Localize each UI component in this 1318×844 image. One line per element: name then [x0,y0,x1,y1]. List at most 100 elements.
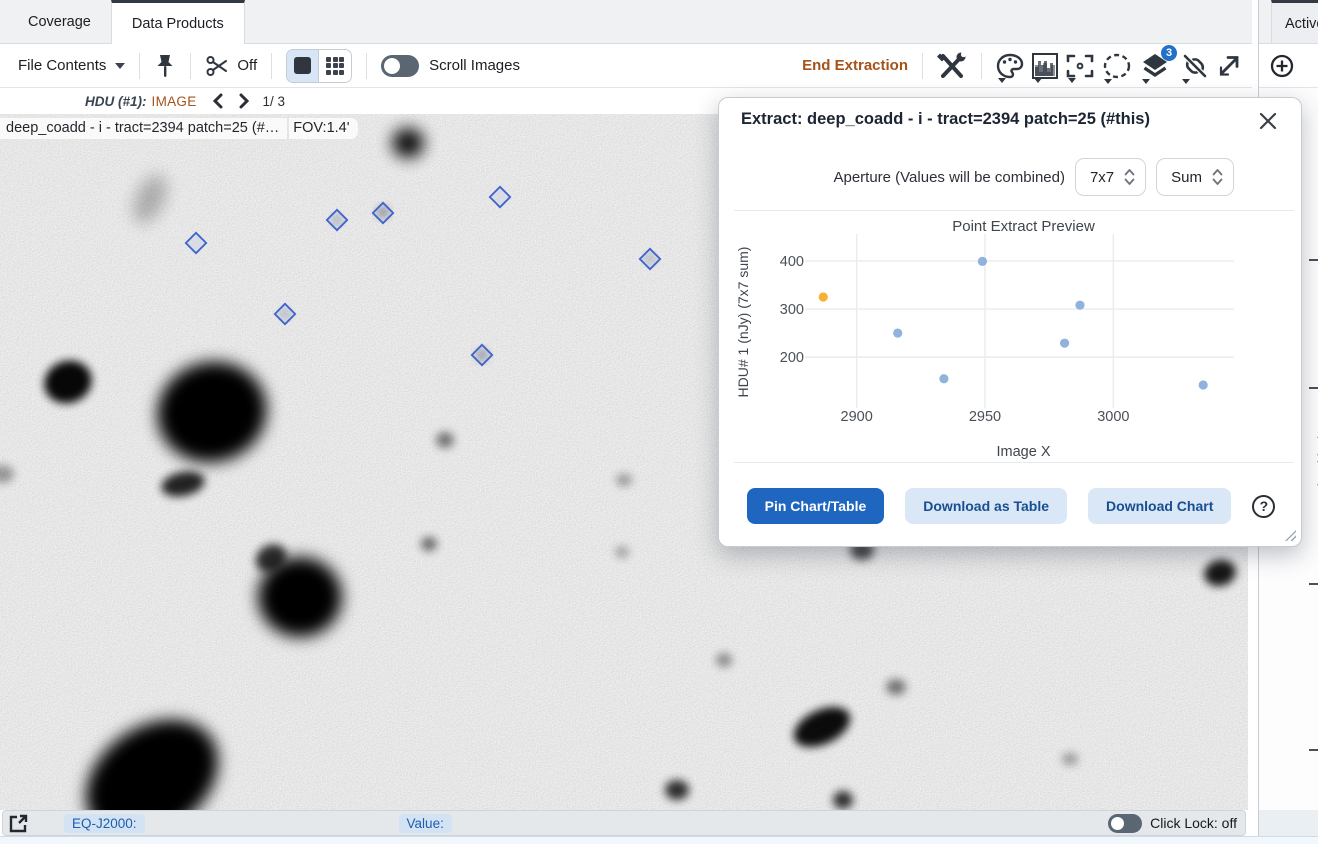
color-button[interactable] [996,53,1024,79]
dialog-resize-handle[interactable] [1285,530,1296,541]
scroll-images-label: Scroll Images [429,57,520,74]
tools-button[interactable] [937,52,967,80]
tab-bar: Coverage Data Products [0,0,1252,44]
right-tab-bar: Active [1259,0,1318,44]
stepper-chevrons-icon [1124,168,1135,186]
palette-icon [996,53,1024,79]
divider [139,53,140,79]
axis-tick [1309,583,1318,585]
toggle-off-icon [381,55,419,77]
tab-coverage[interactable]: Coverage [8,0,111,43]
dialog-title: Extract: deep_coadd - i - tract=2394 pat… [741,110,1150,129]
aperture-size-select[interactable]: 7x7 [1075,158,1146,196]
extract-dialog: Extract: deep_coadd - i - tract=2394 pat… [718,97,1302,547]
scissors-icon [205,54,229,78]
tab-data-products[interactable]: Data Products [111,0,245,44]
expand-icon [9,814,28,833]
expand-button[interactable] [9,814,28,833]
aperture-row: Aperture (Values will be combined) 7x7 S… [719,158,1234,196]
svg-text:300: 300 [780,302,804,318]
layers-count-badge: 3 [1161,45,1177,61]
galaxy-blob [421,537,437,551]
recenter-button[interactable] [1066,53,1094,79]
galaxy-blob [436,432,454,448]
combine-mode-select[interactable]: Sum [1156,158,1234,196]
chevron-down-icon [1068,78,1076,83]
chart-point[interactable] [1075,301,1084,310]
select-region-button[interactable] [1102,52,1132,80]
image-title-label: deep_coadd - i - tract=2394 patch=25 (#… [0,118,287,139]
dashed-circle-icon [1102,52,1132,80]
galaxy-blob [1062,753,1078,765]
grid-view-button[interactable] [319,50,351,82]
file-contents-dropdown[interactable]: File Contents [18,57,125,74]
svg-text:2900: 2900 [841,409,873,425]
cut-state-label: Off [237,57,257,74]
diagonal-arrow-icon [1216,53,1242,79]
chevron-down-icon [998,78,1006,83]
scroll-images-toggle[interactable]: Scroll Images [381,55,520,77]
dialog-buttons: Pin Chart/Table Download as Table Downlo… [719,488,1303,524]
galaxy-blob [833,791,853,809]
hdu-label: HDU (#1): [85,94,147,109]
single-view-icon [294,57,311,74]
expand-viewer-button[interactable] [1216,53,1242,79]
pixel-value-readout: Value: [399,814,452,833]
next-hdu-button[interactable] [238,93,251,109]
chart-point[interactable] [819,292,828,301]
download-chart-button[interactable]: Download Chart [1088,488,1231,524]
add-icon [1270,54,1294,78]
image-title-overlay: deep_coadd - i - tract=2394 patch=25 (#…… [0,118,358,139]
chart-point[interactable] [893,328,902,337]
file-contents-label: File Contents [18,57,106,74]
pin-button[interactable] [154,53,176,79]
pin-chart-table-button[interactable]: Pin Chart/Table [747,488,885,524]
chevron-down-icon [1104,79,1112,84]
svg-text:2950: 2950 [969,409,1001,425]
aperture-label: Aperture (Values will be combined) [833,169,1065,186]
extract-cut-button[interactable]: Off [205,54,257,78]
help-button[interactable]: ? [1252,495,1275,518]
svg-text:400: 400 [780,254,804,270]
unlink-icon [1180,52,1210,80]
divider [981,53,982,79]
click-lock-toggle[interactable]: Click Lock: off [1108,814,1237,833]
end-extraction-button[interactable]: End Extraction [802,57,908,74]
point-extract-chart[interactable]: 400300200290029503000Point Extract Previ… [734,210,1294,463]
chart-point[interactable] [939,374,948,383]
chart-point[interactable] [1060,339,1069,348]
chart-point[interactable] [978,257,987,266]
chevron-right-icon [238,93,251,109]
center-focus-icon [1066,53,1094,79]
single-view-button[interactable] [287,50,319,82]
click-lock-label: Click Lock: off [1150,815,1237,831]
download-as-table-button[interactable]: Download as Table [905,488,1067,524]
tab-active-charts[interactable]: Active [1271,0,1318,44]
axis-tick [1309,259,1318,261]
chart-point[interactable] [1199,380,1208,389]
toolbar: File Contents Off Scroll Images [0,44,1252,88]
aperture-size-value: 7x7 [1090,169,1114,186]
layers-button[interactable]: 3 [1140,52,1170,80]
galaxy-blob [392,128,424,158]
right-toolbar [1259,44,1318,88]
view-mode-segmented-control [286,49,352,83]
tools-icon [937,52,967,80]
wcs-unlock-button[interactable] [1180,52,1210,80]
hdu-page-indicator: 1/ 3 [263,94,286,109]
stretch-button[interactable] [1032,53,1058,79]
fov-label: FOV:1.4' [289,118,357,139]
right-panel-footer [1259,810,1318,836]
prev-hdu-button[interactable] [211,93,224,109]
svg-text:200: 200 [780,350,804,366]
close-icon [1259,112,1277,130]
svg-text:3000: 3000 [1097,409,1129,425]
svg-text:HDU# 1 (nJy) (7x7 sum): HDU# 1 (nJy) (7x7 sum) [735,247,751,398]
divider [190,53,191,79]
add-chart-button[interactable] [1270,54,1294,78]
galaxy-blob [616,474,632,486]
divider [271,53,272,79]
galaxy-blob [665,780,689,800]
divider [366,53,367,79]
close-button[interactable] [1257,110,1279,137]
